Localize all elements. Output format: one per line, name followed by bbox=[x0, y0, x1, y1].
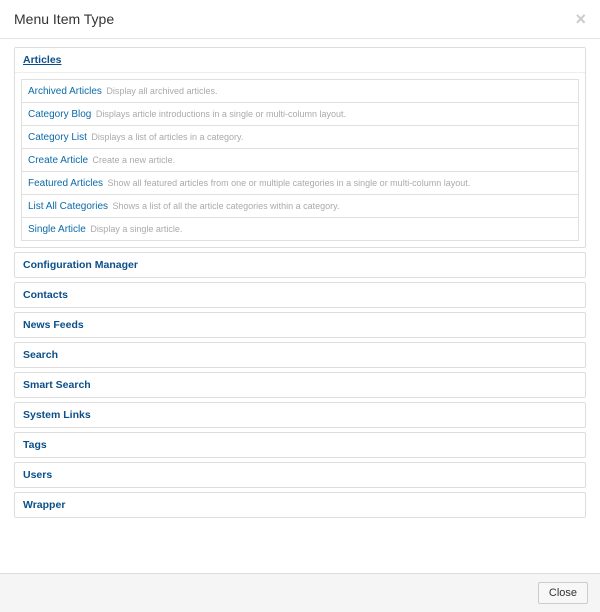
accordion-label[interactable]: Tags bbox=[23, 439, 47, 451]
accordion-body: Archived Articles Display all archived a… bbox=[15, 73, 585, 247]
accordion-section: Articles Archived Articles Display all ar… bbox=[14, 47, 586, 248]
accordion-header[interactable]: Smart Search bbox=[15, 373, 585, 397]
accordion-section: Users bbox=[14, 462, 586, 488]
menu-type-name: Featured Articles bbox=[28, 178, 103, 189]
menu-type-item[interactable]: Featured Articles Show all featured arti… bbox=[21, 171, 579, 194]
menu-type-desc: Displays article introductions in a sing… bbox=[93, 109, 346, 119]
accordion-label[interactable]: Smart Search bbox=[23, 379, 91, 391]
menu-type-item[interactable]: List All Categories Shows a list of all … bbox=[21, 194, 579, 217]
menu-type-item[interactable]: Category Blog Displays article introduct… bbox=[21, 102, 579, 125]
accordion-label[interactable]: Users bbox=[23, 469, 52, 481]
menu-type-accordion: Articles Archived Articles Display all ar… bbox=[14, 47, 586, 518]
menu-type-desc: Display a single article. bbox=[88, 224, 183, 234]
accordion-label[interactable]: News Feeds bbox=[23, 319, 84, 331]
accordion-section: Tags bbox=[14, 432, 586, 458]
accordion-header[interactable]: System Links bbox=[15, 403, 585, 427]
close-button[interactable]: Close bbox=[538, 582, 588, 604]
accordion-header[interactable]: Tags bbox=[15, 433, 585, 457]
close-icon[interactable]: × bbox=[575, 10, 586, 28]
menu-type-item[interactable]: Archived Articles Display all archived a… bbox=[21, 79, 579, 102]
menu-type-item[interactable]: Single Article Display a single article. bbox=[21, 217, 579, 241]
accordion-label[interactable]: System Links bbox=[23, 409, 91, 421]
accordion-header[interactable]: Articles bbox=[15, 48, 585, 73]
accordion-label[interactable]: Wrapper bbox=[23, 499, 65, 511]
menu-type-name: Archived Articles bbox=[28, 86, 102, 97]
menu-type-desc: Shows a list of all the article categori… bbox=[110, 201, 339, 211]
menu-type-name: Category List bbox=[28, 132, 87, 143]
accordion-section: Contacts bbox=[14, 282, 586, 308]
menu-type-desc: Create a new article. bbox=[90, 155, 175, 165]
accordion-header[interactable]: Search bbox=[15, 343, 585, 367]
accordion-header[interactable]: Configuration Manager bbox=[15, 253, 585, 277]
accordion-header[interactable]: Contacts bbox=[15, 283, 585, 307]
modal-body: Articles Archived Articles Display all ar… bbox=[0, 39, 600, 534]
modal-title: Menu Item Type bbox=[14, 11, 114, 27]
menu-type-desc: Display all archived articles. bbox=[104, 86, 218, 96]
menu-type-item[interactable]: Create Article Create a new article. bbox=[21, 148, 579, 171]
accordion-section: Wrapper bbox=[14, 492, 586, 518]
menu-type-name: Single Article bbox=[28, 224, 86, 235]
accordion-header[interactable]: News Feeds bbox=[15, 313, 585, 337]
menu-type-desc: Show all featured articles from one or m… bbox=[105, 178, 470, 188]
menu-type-desc: Displays a list of articles in a categor… bbox=[89, 132, 243, 142]
menu-type-item[interactable]: Category List Displays a list of article… bbox=[21, 125, 579, 148]
modal-header: Menu Item Type × bbox=[0, 0, 600, 39]
accordion-section: News Feeds bbox=[14, 312, 586, 338]
accordion-section: Search bbox=[14, 342, 586, 368]
accordion-header[interactable]: Users bbox=[15, 463, 585, 487]
accordion-label[interactable]: Configuration Manager bbox=[23, 259, 138, 271]
accordion-section: Smart Search bbox=[14, 372, 586, 398]
menu-type-name: List All Categories bbox=[28, 201, 108, 212]
menu-type-name: Create Article bbox=[28, 155, 88, 166]
accordion-section: System Links bbox=[14, 402, 586, 428]
accordion-label[interactable]: Contacts bbox=[23, 289, 68, 301]
accordion-label[interactable]: Search bbox=[23, 349, 58, 361]
accordion-section: Configuration Manager bbox=[14, 252, 586, 278]
accordion-header[interactable]: Wrapper bbox=[15, 493, 585, 517]
menu-type-name: Category Blog bbox=[28, 109, 91, 120]
accordion-label[interactable]: Articles bbox=[23, 54, 62, 66]
modal-footer: Close bbox=[0, 573, 600, 612]
